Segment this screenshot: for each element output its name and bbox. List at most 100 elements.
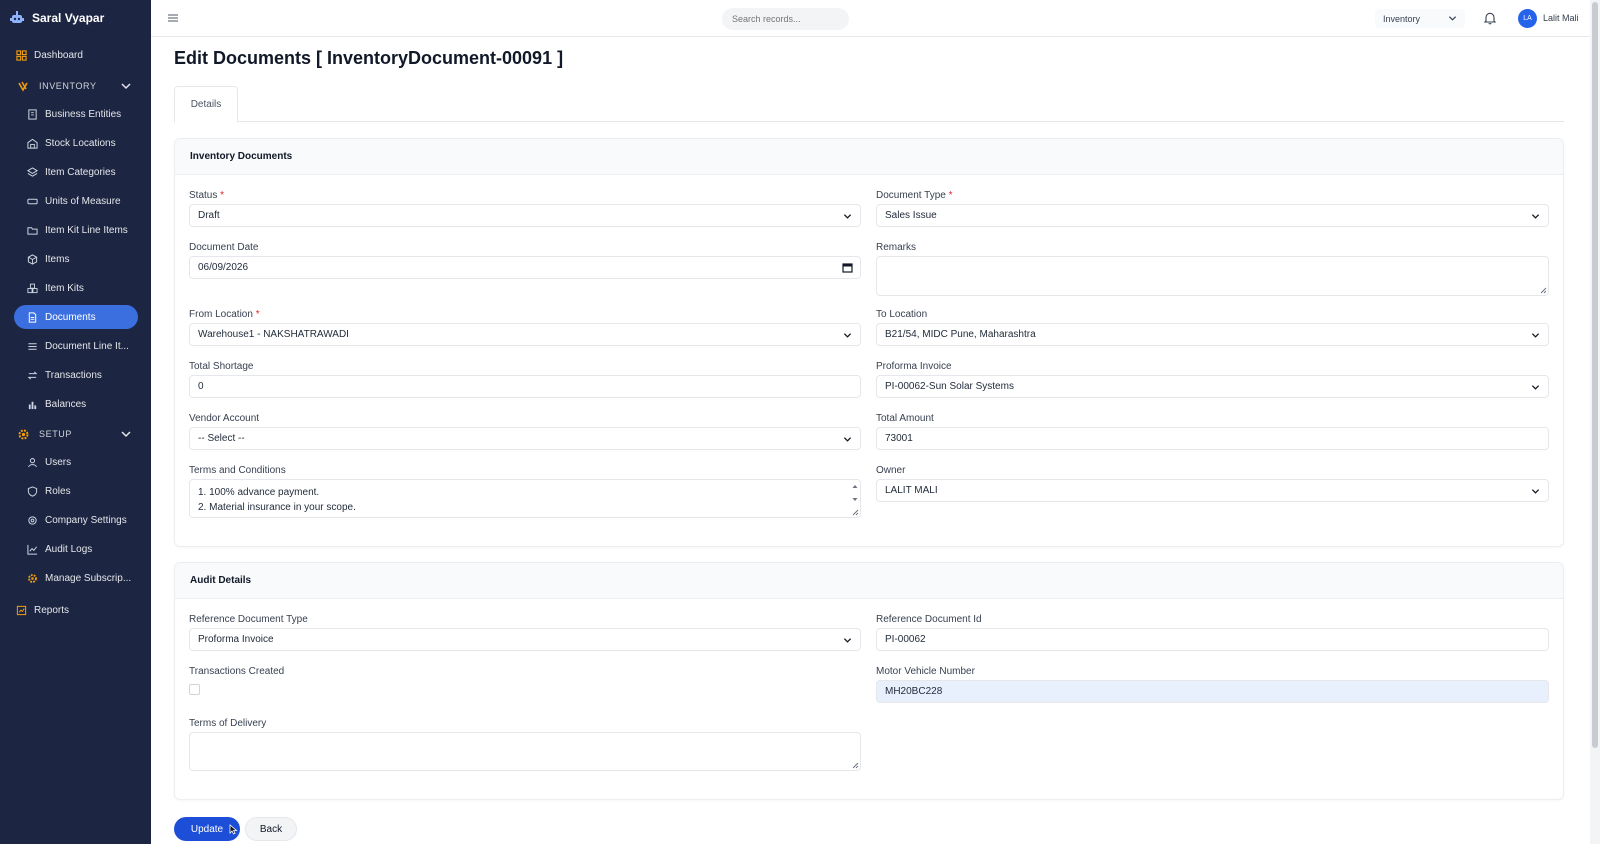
- sidebar-item-roles[interactable]: Roles: [14, 479, 138, 503]
- total-amount-input[interactable]: 73001: [876, 427, 1549, 450]
- owner-select[interactable]: LALIT MALI: [876, 479, 1549, 502]
- proforma-invoice-select[interactable]: PI-00062-Sun Solar Systems: [876, 375, 1549, 398]
- scrollbar-thumb[interactable]: [1592, 2, 1598, 748]
- page-scrollbar[interactable]: [1590, 0, 1600, 844]
- calendar-icon[interactable]: [842, 262, 853, 273]
- user-name[interactable]: Lalit Mali: [1543, 13, 1579, 23]
- sidebar-item-item-kit-line-items[interactable]: Item Kit Line Items: [14, 218, 138, 242]
- sidebar-item-users[interactable]: Users: [14, 450, 138, 474]
- sidebar-item-reports[interactable]: Reports: [4, 598, 128, 622]
- sidebar-item-label: Item Kits: [45, 282, 84, 294]
- search-input[interactable]: [722, 8, 849, 30]
- sidebar-item-item-kits[interactable]: Item Kits: [14, 276, 138, 300]
- top-header: Inventory LA Lalit Mali: [151, 0, 1590, 37]
- sidebar-item-document-line-items[interactable]: Document Line It...: [14, 334, 138, 358]
- reference-document-id-input[interactable]: PI-00062: [876, 628, 1549, 651]
- brand[interactable]: Saral Vyapar: [0, 0, 151, 36]
- proforma-invoice-label: Proforma Invoice: [876, 361, 952, 372]
- total-shortage-input[interactable]: 0: [189, 375, 861, 398]
- sidebar-item-label: Roles: [45, 485, 71, 497]
- shield-icon: [27, 485, 38, 497]
- vendor-account-label: Vendor Account: [189, 413, 260, 424]
- vendor-account-select[interactable]: -- Select --: [189, 427, 861, 450]
- total-shortage-value: 0: [198, 381, 204, 392]
- sidebar-item-item-categories[interactable]: Item Categories: [14, 160, 138, 184]
- vendor-account-field: Vendor Account -- Select --: [189, 413, 861, 450]
- chevron-down-icon: [121, 83, 131, 90]
- sidebar-item-transactions[interactable]: Transactions: [14, 363, 138, 387]
- sidebar-item-label: Business Entities: [45, 108, 122, 120]
- document-date-value: 06/09/2026: [198, 262, 249, 273]
- owner-field: Owner LALIT MALI: [876, 465, 1549, 502]
- chevron-down-icon: [1531, 489, 1540, 494]
- document-type-value: Sales Issue: [885, 210, 937, 221]
- motor-vehicle-number-field: Motor Vehicle Number MH20BC228: [876, 666, 1549, 703]
- line-chart-icon: [27, 544, 38, 555]
- transactions-created-checkbox[interactable]: [189, 684, 200, 695]
- bell-icon[interactable]: [1483, 11, 1497, 25]
- sidebar-item-company-settings[interactable]: Company Settings: [14, 508, 138, 532]
- layers-icon: [27, 166, 38, 178]
- mouse-cursor-icon: [229, 824, 238, 835]
- from-location-field: From Location * Warehouse1 - NAKSHATRAWA…: [189, 309, 861, 346]
- from-location-label: From Location *: [189, 309, 260, 320]
- sidebar-section-inventory[interactable]: INVENTORY: [4, 75, 142, 97]
- hamburger-menu-icon[interactable]: [167, 12, 179, 24]
- remarks-field: Remarks: [876, 242, 1549, 296]
- sidebar-item-business-entities[interactable]: Business Entities: [14, 102, 138, 126]
- sidebar-item-label: Transactions: [45, 369, 102, 381]
- to-location-field: To Location B21/54, MIDC Pune, Maharasht…: [876, 309, 1549, 346]
- sidebar-item-label: Stock Locations: [45, 137, 116, 149]
- terms-conditions-textarea[interactable]: 1. 100% advance payment. 2. Material ins…: [189, 479, 861, 518]
- brand-name: Saral Vyapar: [32, 11, 105, 25]
- to-location-select[interactable]: B21/54, MIDC Pune, Maharashtra: [876, 323, 1549, 346]
- document-type-select[interactable]: Sales Issue: [876, 204, 1549, 227]
- dashboard-icon: [16, 49, 27, 61]
- terms-of-delivery-textarea[interactable]: [189, 732, 861, 771]
- sidebar-item-label: Reports: [34, 604, 70, 616]
- sidebar-item-items[interactable]: Items: [14, 247, 138, 271]
- status-select[interactable]: Draft: [189, 204, 861, 227]
- reference-document-id-label: Reference Document Id: [876, 614, 982, 625]
- to-location-label: To Location: [876, 309, 928, 320]
- building-icon: [27, 108, 38, 120]
- sidebar-item-units-of-measure[interactable]: Units of Measure: [14, 189, 138, 213]
- status-value: Draft: [198, 210, 220, 221]
- back-button[interactable]: Back: [245, 817, 297, 841]
- sidebar-item-documents[interactable]: Documents: [14, 305, 138, 329]
- from-location-value: Warehouse1 - NAKSHATRAWADI: [198, 329, 349, 340]
- terms-line: 1. 100% advance payment.: [198, 487, 320, 498]
- sidebar-item-dashboard[interactable]: Dashboard: [4, 43, 128, 67]
- resize-handle-icon[interactable]: [852, 762, 859, 769]
- resize-handle-icon[interactable]: [1540, 287, 1547, 294]
- from-location-select[interactable]: Warehouse1 - NAKSHATRAWADI: [189, 323, 861, 346]
- motor-vehicle-number-input[interactable]: MH20BC228: [876, 680, 1549, 703]
- report-icon: [16, 605, 27, 616]
- vendor-account-value: -- Select --: [198, 433, 245, 444]
- module-select[interactable]: Inventory: [1375, 9, 1465, 28]
- chevron-down-icon: [843, 437, 852, 442]
- user-avatar[interactable]: LA: [1518, 9, 1537, 28]
- sidebar-item-label: Items: [45, 253, 70, 265]
- remarks-label: Remarks: [876, 242, 917, 253]
- tab-bar: Details: [174, 86, 1564, 123]
- sidebar-item-audit-logs[interactable]: Audit Logs: [14, 537, 138, 561]
- sidebar-item-balances[interactable]: Balances: [14, 392, 138, 416]
- sidebar-section-setup[interactable]: SETUP: [4, 423, 142, 445]
- reference-document-type-select[interactable]: Proforma Invoice: [189, 628, 861, 651]
- status-label: Status *: [189, 190, 225, 201]
- sidebar-item-label: Units of Measure: [45, 195, 121, 207]
- sidebar-item-stock-locations[interactable]: Stock Locations: [14, 131, 138, 155]
- ruler-icon: [27, 196, 38, 207]
- sidebar-item-manage-subscription[interactable]: Manage Subscrip...: [14, 566, 138, 590]
- document-date-input[interactable]: 06/09/2026: [189, 256, 861, 279]
- chevron-down-icon: [843, 333, 852, 338]
- chevron-down-icon: [1531, 385, 1540, 390]
- document-type-label: Document Type *: [876, 190, 953, 201]
- remarks-textarea[interactable]: [876, 256, 1549, 296]
- total-shortage-label: Total Shortage: [189, 361, 254, 372]
- tab-details[interactable]: Details: [174, 86, 238, 123]
- resize-handle-icon[interactable]: [852, 509, 859, 516]
- proforma-invoice-field: Proforma Invoice PI-00062-Sun Solar Syst…: [876, 361, 1549, 398]
- sidebar-item-label: Item Kit Line Items: [45, 224, 128, 236]
